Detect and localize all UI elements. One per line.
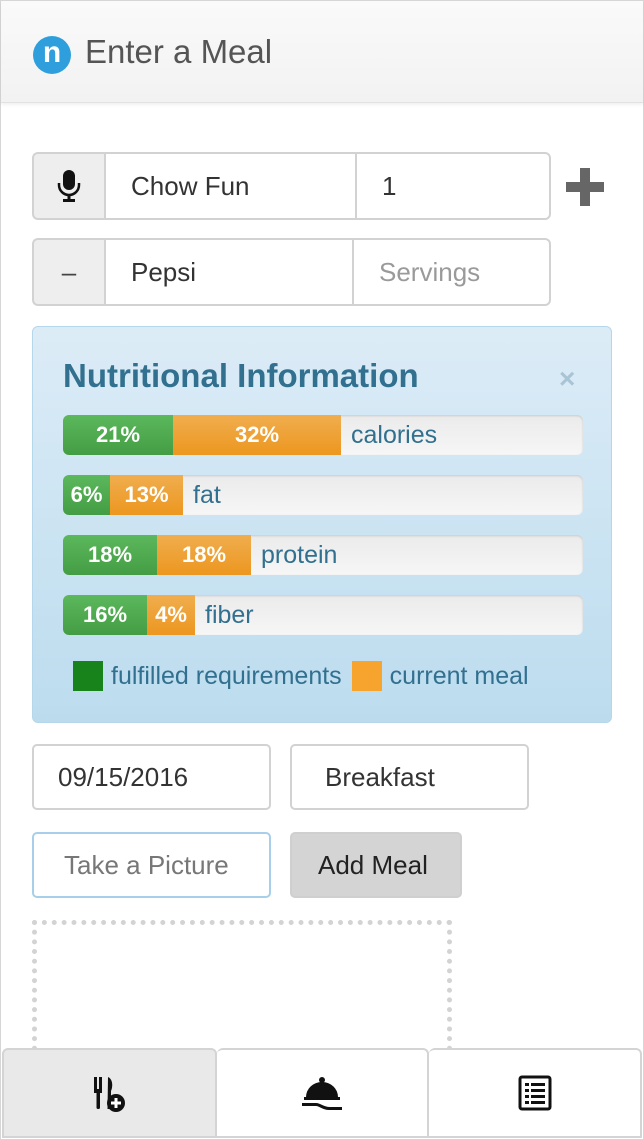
nutrition-legend: fulfilled requirements current meal — [73, 661, 529, 691]
bottom-tab-bar — [2, 1048, 643, 1138]
nutrient-label: protein — [261, 540, 338, 569]
list-icon — [518, 1075, 552, 1111]
meal-type-select[interactable]: Breakfast — [290, 744, 529, 810]
nutrient-bar-protein: 18% 18% protein — [63, 535, 583, 575]
current-segment: 32% — [173, 415, 341, 455]
take-picture-button[interactable]: Take a Picture — [32, 832, 271, 898]
remove-row-button[interactable]: – — [32, 238, 104, 306]
legend-label-current: current meal — [389, 661, 529, 690]
page-title: Enter a Meal — [85, 33, 273, 70]
food-row-1: Chow Fun 1 — [32, 152, 551, 220]
tab-log[interactable] — [429, 1048, 643, 1138]
tab-enter-meal[interactable] — [2, 1048, 217, 1138]
app-header: n Enter a Meal — [1, 1, 643, 103]
legend-label-fulfilled: fulfilled requirements — [111, 661, 342, 690]
microphone-icon — [57, 170, 81, 202]
serving-cloche-icon — [302, 1077, 342, 1110]
fulfilled-segment: 16% — [63, 595, 147, 635]
servings-input[interactable]: Servings — [352, 238, 551, 306]
close-icon[interactable]: × — [559, 363, 575, 395]
nutrient-bar-calories: 21% 32% calories — [63, 415, 583, 455]
food-input[interactable]: Chow Fun — [104, 152, 355, 220]
legend-swatch-current — [351, 661, 382, 691]
fulfilled-segment: 21% — [63, 415, 173, 455]
date-input[interactable]: 09/15/2016 — [32, 744, 271, 810]
current-segment: 4% — [147, 595, 195, 635]
nutrition-title: Nutritional Information — [63, 357, 419, 394]
app-logo: n — [33, 36, 71, 74]
microphone-button[interactable] — [32, 152, 104, 220]
plus-icon[interactable] — [564, 166, 606, 208]
nutrient-label: fiber — [205, 600, 254, 629]
current-segment: 18% — [157, 535, 251, 575]
add-meal-button[interactable]: Add Meal — [290, 832, 462, 898]
tab-meals[interactable] — [216, 1048, 430, 1138]
servings-input[interactable]: 1 — [355, 152, 551, 220]
minus-icon: – — [61, 256, 77, 287]
nutrient-bar-fat: 6% 13% fat — [63, 475, 583, 515]
nutrition-panel: Nutritional Information × 21% 32% calori… — [32, 326, 612, 723]
fulfilled-segment: 6% — [63, 475, 110, 515]
food-row-2: – Pepsi Servings — [32, 238, 551, 306]
legend-swatch-fulfilled — [73, 661, 103, 691]
food-input[interactable]: Pepsi — [104, 238, 352, 306]
current-segment: 13% — [110, 475, 183, 515]
utensils-plus-icon — [94, 1077, 126, 1112]
nutrient-label: calories — [351, 420, 438, 449]
nutrient-label: fat — [193, 480, 221, 509]
nutrient-bar-fiber: 16% 4% fiber — [63, 595, 583, 635]
fulfilled-segment: 18% — [63, 535, 157, 575]
